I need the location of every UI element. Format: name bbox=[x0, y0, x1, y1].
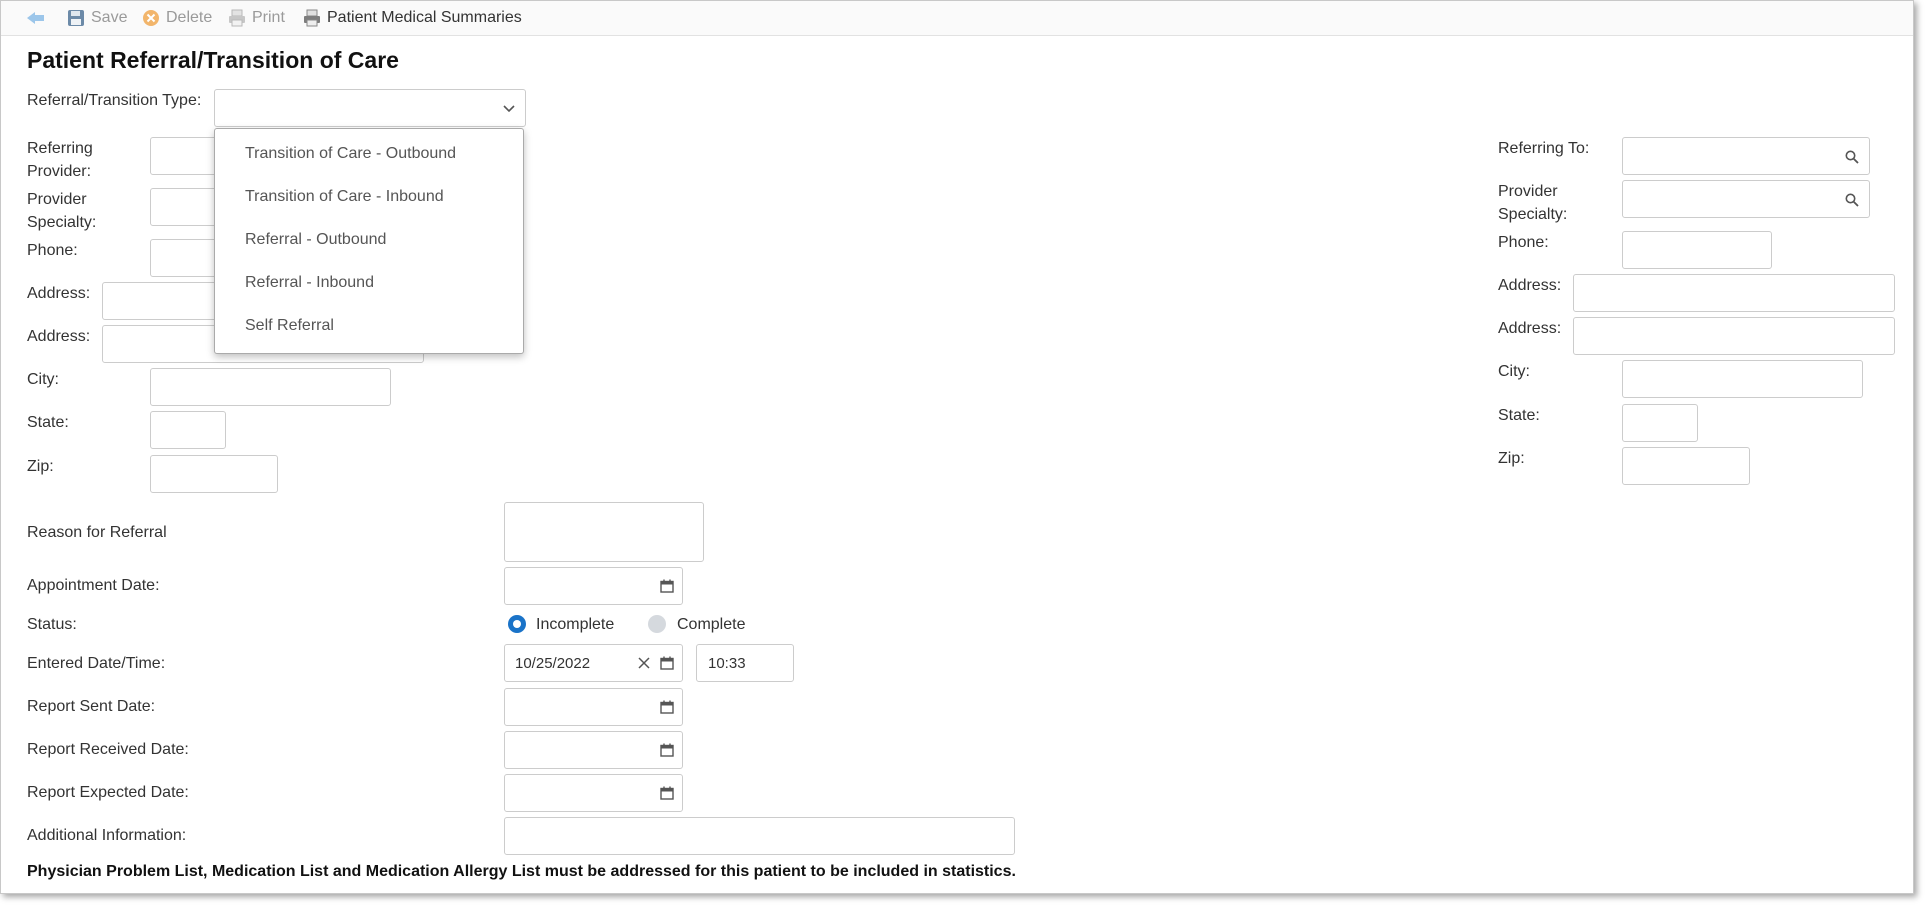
right-provider-specialty-label-line1: Provider bbox=[1498, 183, 1558, 200]
right-zip-label: Zip: bbox=[1498, 450, 1525, 467]
reason-textarea[interactable] bbox=[504, 502, 704, 562]
report-received-date-label: Report Received Date: bbox=[27, 741, 189, 758]
calendar-icon[interactable] bbox=[660, 700, 674, 714]
back-button[interactable] bbox=[27, 8, 51, 28]
city-input[interactable] bbox=[150, 368, 391, 406]
delete-button[interactable]: Delete bbox=[142, 8, 212, 28]
delete-label: Delete bbox=[166, 9, 213, 26]
save-button[interactable]: Save bbox=[67, 8, 127, 28]
appointment-date-label: Appointment Date: bbox=[27, 577, 160, 594]
zip-input[interactable] bbox=[150, 455, 278, 493]
right-address-label-1: Address: bbox=[1498, 277, 1562, 294]
right-zip-input[interactable] bbox=[1622, 447, 1750, 485]
calendar-icon[interactable] bbox=[660, 656, 674, 670]
report-received-date-input[interactable] bbox=[504, 731, 683, 769]
status-complete-label: Complete bbox=[677, 616, 746, 633]
status-label: Status: bbox=[27, 616, 77, 633]
referring-provider-label-line1: Referring bbox=[27, 140, 93, 157]
right-provider-specialty-label-line2: Specialty: bbox=[1498, 206, 1568, 223]
patient-medical-summaries-label: Patient Medical Summaries bbox=[327, 9, 522, 26]
clear-icon[interactable] bbox=[638, 657, 650, 669]
print-label: Print bbox=[252, 9, 285, 26]
status-radio-complete[interactable] bbox=[648, 615, 666, 633]
state-input[interactable] bbox=[150, 411, 226, 449]
dropdown-option[interactable]: Transition of Care - Outbound bbox=[245, 145, 456, 163]
entered-time-value: 10:33 bbox=[708, 655, 746, 672]
chevron-down-icon bbox=[503, 105, 515, 113]
search-icon[interactable] bbox=[1845, 150, 1859, 164]
entered-date-value: 10/25/2022 bbox=[515, 655, 591, 672]
right-address-input-2[interactable] bbox=[1573, 317, 1895, 355]
right-address-label-2: Address: bbox=[1498, 320, 1562, 337]
report-expected-date-input[interactable] bbox=[504, 774, 683, 812]
reason-label: Reason for Referral bbox=[27, 524, 167, 541]
additional-information-label: Additional Information: bbox=[27, 827, 187, 844]
referral-type-select[interactable] bbox=[214, 89, 526, 127]
right-phone-label: Phone: bbox=[1498, 234, 1549, 251]
state-label: State: bbox=[27, 414, 69, 431]
additional-information-input[interactable] bbox=[504, 817, 1015, 855]
right-state-label: State: bbox=[1498, 407, 1540, 424]
referral-type-dropdown-list: Transition of Care - Outbound Transition… bbox=[214, 128, 524, 354]
right-phone-input[interactable] bbox=[1622, 231, 1772, 269]
search-icon[interactable] bbox=[1845, 193, 1859, 207]
report-expected-date-label: Report Expected Date: bbox=[27, 784, 189, 801]
status-radio-incomplete[interactable] bbox=[508, 615, 526, 633]
floppy-disk-icon bbox=[68, 10, 84, 26]
referral-type-label: Referral/Transition Type: bbox=[27, 92, 202, 109]
right-city-input[interactable] bbox=[1622, 360, 1863, 398]
statistics-note: Physician Problem List, Medication List … bbox=[27, 863, 1016, 880]
right-provider-specialty-input[interactable] bbox=[1622, 180, 1870, 218]
dropdown-option[interactable]: Transition of Care - Inbound bbox=[245, 188, 444, 206]
city-label: City: bbox=[27, 371, 59, 388]
right-state-input[interactable] bbox=[1622, 404, 1698, 442]
referring-provider-label-line2: Provider: bbox=[27, 163, 92, 180]
dropdown-option[interactable]: Self Referral bbox=[245, 317, 334, 335]
address-label-2: Address: bbox=[27, 328, 91, 345]
right-address-input-1[interactable] bbox=[1573, 274, 1895, 312]
dropdown-option[interactable]: Referral - Outbound bbox=[245, 231, 386, 249]
provider-specialty-label-line2: Specialty: bbox=[27, 214, 97, 231]
appointment-date-input[interactable] bbox=[504, 567, 683, 605]
calendar-icon[interactable] bbox=[660, 786, 674, 800]
provider-specialty-input[interactable] bbox=[150, 188, 220, 226]
save-label: Save bbox=[91, 9, 128, 26]
back-arrow-icon bbox=[27, 12, 44, 24]
referring-to-label: Referring To: bbox=[1498, 140, 1590, 157]
right-city-label: City: bbox=[1498, 363, 1530, 380]
printer-icon bbox=[304, 9, 320, 27]
phone-input[interactable] bbox=[150, 239, 220, 277]
report-sent-date-label: Report Sent Date: bbox=[27, 698, 156, 715]
window-frame: Save Delete Print Patient Medical Summar… bbox=[0, 0, 1914, 894]
calendar-icon[interactable] bbox=[660, 579, 674, 593]
referring-provider-input[interactable] bbox=[150, 137, 220, 175]
print-button[interactable]: Print bbox=[228, 8, 285, 28]
dropdown-option[interactable]: Referral - Inbound bbox=[245, 274, 374, 292]
entered-time-input[interactable]: 10:33 bbox=[696, 644, 794, 682]
entered-datetime-label: Entered Date/Time: bbox=[27, 655, 166, 672]
entered-date-input[interactable]: 10/25/2022 bbox=[504, 644, 683, 682]
delete-icon bbox=[143, 10, 159, 26]
status-incomplete-label: Incomplete bbox=[536, 616, 615, 633]
calendar-icon[interactable] bbox=[660, 743, 674, 757]
toolbar: Save Delete Print Patient Medical Summar… bbox=[1, 1, 1913, 36]
provider-specialty-label-line1: Provider bbox=[27, 191, 87, 208]
page-title: Patient Referral/Transition of Care bbox=[27, 47, 399, 73]
zip-label: Zip: bbox=[27, 458, 54, 475]
patient-medical-summaries-button[interactable]: Patient Medical Summaries bbox=[303, 8, 522, 28]
address-label-1: Address: bbox=[27, 285, 91, 302]
phone-label: Phone: bbox=[27, 242, 78, 259]
report-sent-date-input[interactable] bbox=[504, 688, 683, 726]
referring-to-input[interactable] bbox=[1622, 137, 1870, 175]
printer-icon bbox=[229, 9, 245, 27]
